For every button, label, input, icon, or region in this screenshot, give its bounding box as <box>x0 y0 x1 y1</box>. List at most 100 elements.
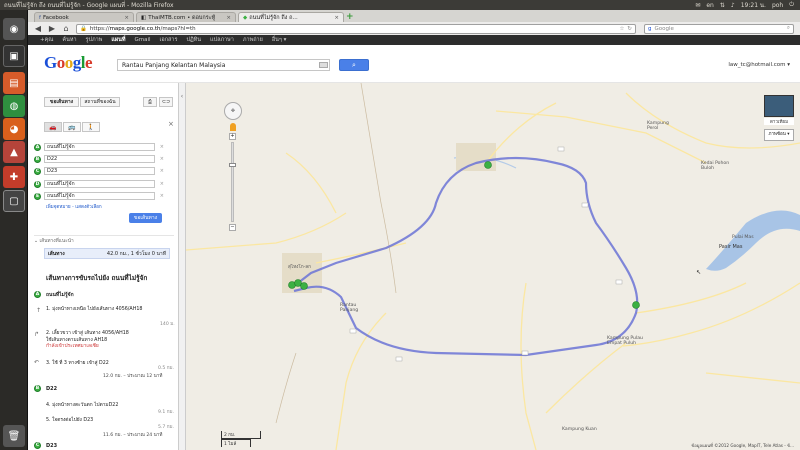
zoom-track[interactable] <box>231 142 234 222</box>
clock[interactable]: 19:21 น. <box>741 0 766 10</box>
new-tab-button[interactable]: + <box>346 13 354 22</box>
remove-icon[interactable]: × <box>160 156 164 162</box>
gbar-item-translate[interactable]: แปลภาษา <box>210 36 234 44</box>
back-icon[interactable]: ◀ <box>32 23 44 34</box>
marker-icon[interactable]: C <box>34 167 41 175</box>
pegman-icon[interactable] <box>230 123 236 131</box>
step-2-warning: กำลังเข้าประเทศมาเลเซีย <box>46 344 99 349</box>
remove-icon[interactable]: × <box>160 181 164 187</box>
satellite-thumbnail[interactable] <box>764 95 794 117</box>
gbar-item-plus[interactable]: +คุณ <box>40 36 53 44</box>
power-icon[interactable]: ⏻ <box>789 1 794 9</box>
tab-google-maps[interactable]: ◆ ถนนที่ไม่รู้จัก ถึง ถ... × <box>238 12 344 22</box>
page-icon: ◧ <box>141 14 147 21</box>
settings-icon[interactable]: ✚ <box>3 166 25 188</box>
gbar-item-gmail[interactable]: Gmail <box>135 37 151 43</box>
pan-control[interactable]: ✥ <box>224 102 242 120</box>
transit-mode-icon[interactable]: 🚌 <box>63 122 81 132</box>
google-logo[interactable]: Google <box>44 53 93 73</box>
zoom-in-icon[interactable]: + <box>229 133 236 140</box>
remove-icon[interactable]: × <box>160 168 164 174</box>
zoom-slider[interactable]: + − <box>229 133 236 231</box>
print-icon[interactable]: ⎙ <box>143 97 157 107</box>
volume-icon[interactable]: ♪ <box>731 2 735 9</box>
gbar-item-images[interactable]: รูปภาพ <box>86 36 103 44</box>
close-tab-icon[interactable]: × <box>334 15 339 21</box>
gbar-item-photos[interactable]: ภาพถ่าย <box>243 36 263 44</box>
gbar-item-calendar[interactable]: ปฏิทิน <box>186 36 201 44</box>
turn-right-icon: ↱ <box>34 331 40 338</box>
close-tab-icon[interactable]: × <box>226 15 231 21</box>
map-label-golok: สุไหงโก-ลก <box>288 265 311 270</box>
trash-icon[interactable]: 🗑 <box>3 425 25 447</box>
tab-facebook[interactable]: f Facebook × <box>34 12 134 22</box>
link-icon[interactable]: ⊂⊃ <box>159 97 173 107</box>
facebook-icon: f <box>39 14 41 21</box>
url-prefix: https:// <box>89 25 110 32</box>
tab-thaimtb[interactable]: ◧ ThaiMTB.com • ดอบกระทู้ × <box>136 12 236 22</box>
walk-mode-icon[interactable]: 🚶 <box>82 122 100 132</box>
satellite-label[interactable]: ดาวเทียม <box>764 118 794 125</box>
step-5[interactable]: 5. ใจตรงต่อไปยัง D23 <box>46 416 93 424</box>
web-search-box[interactable]: g Google ⌕ <box>644 23 794 34</box>
firefox-icon[interactable]: ◕ <box>3 118 25 140</box>
add-destination-link[interactable]: เพิ่มจุดหมาย - แสดงตัวเลือก <box>46 204 102 211</box>
workspaces-icon[interactable]: ▢ <box>3 190 25 212</box>
leg-1-summary: 12.0 กม. – ประมาณ 12 นาที <box>103 374 163 379</box>
keyboard-lang[interactable]: en <box>706 2 714 9</box>
search-button[interactable]: ⌕ <box>339 59 369 71</box>
remove-icon[interactable]: × <box>160 193 164 199</box>
marker-icon[interactable]: A <box>34 143 41 151</box>
directions-heading: เส้นทางการขับรถไปยัง ถนนที่ไม่รู้จัก <box>46 274 148 282</box>
marker-icon[interactable]: B <box>34 155 41 163</box>
marker-icon[interactable]: E <box>34 192 41 200</box>
zoom-out-icon[interactable]: − <box>229 224 236 231</box>
close-tab-icon[interactable]: × <box>124 15 129 21</box>
step-3[interactable]: 3. ใช้ ที่ 3 ทางซ้าย เข้าสู่ D22 <box>46 359 109 367</box>
dash-icon[interactable]: ◉ <box>3 18 25 40</box>
close-icon[interactable]: × <box>168 120 174 128</box>
mail-icon[interactable]: ✉ <box>695 2 700 9</box>
collapse-panel-button[interactable]: ‹ <box>179 83 186 450</box>
waypoint-input[interactable]: ถนนที่ไม่รู้จัก <box>44 143 155 151</box>
maps-search-input[interactable]: Rantau Panjang Kelantan Malaysia <box>117 59 330 71</box>
step-2[interactable]: 2. เลี้ยวขวา เข้าสู่ เส้นทาง 4056/AH18 ใ… <box>46 331 166 351</box>
suggested-routes-toggle[interactable]: ⌄ เส้นทางที่แนะนำ <box>34 237 74 245</box>
waypoint-input[interactable]: ถนนที่ไม่รู้จัก <box>44 192 155 200</box>
marker-b-icon: B <box>34 385 41 392</box>
waypoint-input[interactable]: D23 <box>44 167 155 175</box>
bookmark-star-icon[interactable]: ☆ <box>619 26 624 32</box>
remove-icon[interactable]: × <box>160 144 164 150</box>
marker-c-icon: C <box>34 442 41 449</box>
directions-tab-button[interactable]: ขอเส้นทาง <box>44 97 79 107</box>
waypoint-input[interactable]: ถนนที่ไม่รู้จัก <box>44 180 155 188</box>
my-places-button[interactable]: สถานที่ของฉัน <box>80 97 120 107</box>
network-icon[interactable]: ⇅ <box>720 2 725 9</box>
url-bar[interactable]: 🔒 https://maps.google.co.th/maps?hl=th ☆… <box>76 23 636 34</box>
home-icon[interactable]: ⌂ <box>60 23 72 34</box>
files-icon[interactable]: ▤ <box>3 72 25 94</box>
gbar-item-docs[interactable]: เอกสาร <box>160 36 178 44</box>
route-option[interactable]: เส้นทาง 42.0 กม., 1 ชั่วโมง 0 นาที <box>44 248 170 259</box>
search-icon[interactable]: ⌕ <box>787 25 790 32</box>
step-4[interactable]: 4. มุ่งหน้าทางตะวันตก ไปตามD22 <box>46 401 118 409</box>
waypoint-input[interactable]: D22 <box>44 155 155 163</box>
chrome-icon[interactable]: ◍ <box>3 95 25 117</box>
software-center-icon[interactable]: ▲ <box>3 141 25 163</box>
step-1[interactable]: 1. มุ่งหน้าทางเหนือ ไปยังเส้นทาง 4056/AH… <box>46 307 146 314</box>
forward-icon[interactable]: ▶ <box>46 23 58 34</box>
zoom-handle[interactable] <box>229 163 236 167</box>
terminal-icon[interactable]: ▣ <box>3 45 25 67</box>
get-directions-button[interactable]: ขอเส้นทาง <box>129 213 162 223</box>
keyboard-icon[interactable] <box>319 62 328 68</box>
layers-dropdown[interactable]: ภาพซ้อน ▾ <box>764 129 794 141</box>
map-canvas[interactable]: Rantau Panjang Kampung Perol Kedai Pohon… <box>186 83 800 450</box>
reload-icon[interactable]: ↻ <box>627 26 632 32</box>
user-menu[interactable]: poh <box>772 2 783 9</box>
user-account[interactable]: law_tc@hotmail.com ▾ <box>728 62 790 68</box>
marker-icon[interactable]: D <box>34 180 41 188</box>
gbar-item-search[interactable]: ค้นหา <box>62 36 76 44</box>
gbar-item-more[interactable]: อื่นๆ ▾ <box>272 36 287 44</box>
car-mode-icon[interactable]: 🚗 <box>44 122 62 132</box>
gbar-item-maps[interactable]: แผนที่ <box>111 36 125 44</box>
